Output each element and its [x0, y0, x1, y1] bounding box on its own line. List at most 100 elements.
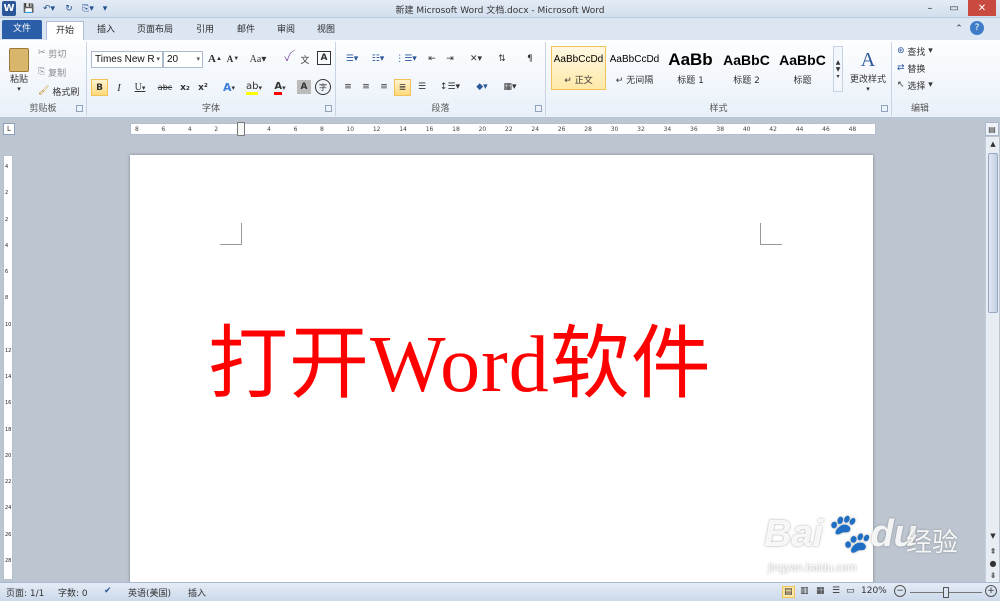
chinese-layout-icon[interactable]: ✕▾: [464, 51, 488, 67]
strikethrough-button[interactable]: abc: [155, 79, 175, 96]
clear-formatting-icon[interactable]: ꪜ: [279, 51, 295, 67]
scroll-up-icon[interactable]: ▲: [986, 137, 1000, 151]
dialog-launcher-icon[interactable]: [325, 105, 332, 112]
paragraph-group-label: 段落: [431, 104, 450, 114]
show-marks-icon[interactable]: ¶: [522, 51, 538, 67]
tab-view[interactable]: 视图: [308, 21, 344, 40]
scroll-down-icon[interactable]: ▼: [986, 529, 1000, 543]
increase-indent-icon[interactable]: ⇥: [442, 51, 458, 67]
phonetic-guide-icon[interactable]: 文: [297, 51, 313, 67]
full-screen-reading-icon[interactable]: ▥: [800, 586, 809, 596]
draft-icon[interactable]: ▭: [846, 586, 855, 596]
outline-icon[interactable]: ☰: [832, 586, 840, 596]
more-icon: ▾: [836, 72, 840, 80]
tab-home[interactable]: 开始: [46, 21, 85, 40]
underline-icon: U: [134, 82, 142, 93]
view-ruler-icon[interactable]: ▤: [985, 122, 999, 136]
dialog-launcher-icon[interactable]: [881, 105, 888, 112]
subscript-button[interactable]: x₂: [177, 79, 193, 96]
replace-button[interactable]: ⇄ 替换: [897, 61, 925, 75]
line-spacing-icon[interactable]: ↕☰▾: [438, 79, 462, 95]
style-no-spacing[interactable]: AaBbCcDd ↵ 无间隔: [607, 46, 662, 90]
justify-icon[interactable]: ≣: [394, 79, 411, 96]
ruler-tick-label: 6: [161, 126, 166, 133]
text-effects-button[interactable]: A ▾: [219, 79, 239, 96]
next-page-icon[interactable]: ⇟: [986, 569, 1000, 581]
bold-button[interactable]: B: [91, 79, 108, 96]
language-indicator[interactable]: 英语(美国): [128, 586, 171, 599]
change-case-button[interactable]: Aa ▾: [247, 51, 269, 67]
align-center-icon[interactable]: ≡: [358, 79, 374, 95]
shading-icon[interactable]: ◆▾: [470, 79, 494, 95]
ruler-tick-label: 16: [425, 126, 434, 133]
font-size-box[interactable]: 20 ▾: [163, 51, 203, 68]
vertical-scrollbar[interactable]: ▲ ▼ ⇞ ● ⇟: [985, 137, 999, 582]
browse-object-icon[interactable]: ●: [986, 557, 1000, 569]
font-color-button[interactable]: A ▾: [269, 79, 291, 96]
zoom-slider-thumb[interactable]: [943, 587, 949, 598]
scroll-thumb[interactable]: [988, 153, 998, 313]
style-heading-1[interactable]: AaBb 标题 1: [663, 46, 718, 90]
decrease-indent-icon[interactable]: ⇤: [424, 51, 440, 67]
font-name-box[interactable]: Times New R ▾: [91, 51, 163, 68]
proofing-icon[interactable]: ✔: [104, 586, 112, 596]
grow-font-button[interactable]: A ▲: [207, 51, 223, 67]
styles-gallery-scroll[interactable]: ▲ ▼ ▾: [833, 46, 843, 92]
web-layout-icon[interactable]: ▦: [816, 586, 825, 596]
enclose-characters-icon[interactable]: 字: [315, 79, 331, 95]
italic-button[interactable]: I: [111, 79, 127, 96]
copy-button[interactable]: ⎘ 复制: [38, 65, 66, 79]
restore-icon[interactable]: ▭: [942, 0, 966, 16]
insert-mode[interactable]: 插入: [188, 586, 206, 599]
format-painter-button[interactable]: 🖌 格式刷: [38, 84, 79, 98]
ruler-tick-label: 4: [187, 126, 192, 133]
tab-mailings[interactable]: 邮件: [228, 21, 264, 40]
multilevel-list-icon[interactable]: ⋮☰▾: [394, 51, 418, 67]
find-button[interactable]: ⊛ 查找 ▾: [897, 44, 933, 58]
word-count[interactable]: 字数: 0: [58, 586, 88, 599]
superscript-button[interactable]: x²: [195, 79, 211, 96]
change-styles-button[interactable]: A 更改样式 ▾: [846, 44, 890, 98]
distributed-icon[interactable]: ☰: [414, 79, 430, 95]
borders-icon[interactable]: ▦▾: [498, 79, 522, 95]
print-layout-icon[interactable]: ▤: [782, 586, 795, 598]
zoom-in-icon[interactable]: +: [985, 585, 997, 597]
vertical-ruler[interactable]: 4 2 2 4 6 8 10 12 14 16 18 20 22 24 26 28: [3, 155, 13, 580]
numbering-icon[interactable]: ☷▾: [366, 51, 390, 67]
previous-page-icon[interactable]: ⇞: [986, 545, 1000, 557]
dialog-launcher-icon[interactable]: [535, 105, 542, 112]
paste-icon: [9, 47, 29, 72]
style-normal[interactable]: AaBbCcDd ↵ 正文: [551, 46, 606, 90]
shrink-font-button[interactable]: A ▼: [225, 51, 241, 67]
zoom-level[interactable]: 120%: [861, 586, 887, 596]
dialog-launcher-icon[interactable]: [76, 105, 83, 112]
tab-insert[interactable]: 插入: [88, 21, 124, 40]
tab-review[interactable]: 审阅: [268, 21, 304, 40]
tab-references[interactable]: 引用: [187, 21, 223, 40]
paste-button[interactable]: 粘贴 ▾: [4, 44, 34, 96]
tab-selector-icon[interactable]: L: [3, 123, 15, 135]
style-heading-2[interactable]: AaBbC 标题 2: [719, 46, 774, 90]
minimize-icon[interactable]: –: [918, 0, 942, 16]
close-icon[interactable]: ✕: [968, 0, 996, 16]
underline-button[interactable]: U ▾: [129, 79, 151, 96]
align-right-icon[interactable]: ≡: [376, 79, 392, 95]
highlight-button[interactable]: ab ▾: [243, 79, 265, 96]
tab-page-layout[interactable]: 页面布局: [128, 21, 182, 40]
bullets-icon[interactable]: ☰▾: [340, 51, 364, 67]
indent-marker-icon[interactable]: [237, 122, 245, 136]
character-shading-icon[interactable]: A: [297, 80, 311, 94]
zoom-out-icon[interactable]: −: [894, 585, 906, 597]
align-left-icon[interactable]: ≡: [340, 79, 356, 95]
help-icon[interactable]: ?: [970, 21, 984, 35]
select-button[interactable]: ↖ 选择 ▾: [897, 78, 933, 92]
page-count[interactable]: 页面: 1/1: [6, 586, 44, 599]
highlighter-icon: ab: [246, 81, 259, 95]
character-border-icon[interactable]: A: [317, 51, 331, 65]
sort-icon[interactable]: ⇅: [494, 51, 510, 67]
tab-file[interactable]: 文件: [2, 20, 42, 39]
style-title[interactable]: AaBbC 标题: [775, 46, 830, 90]
minimize-ribbon-icon[interactable]: ⌃: [952, 22, 966, 36]
cut-button[interactable]: ✂ 剪切: [38, 46, 66, 60]
document-text[interactable]: 打开Word软件: [208, 320, 712, 410]
